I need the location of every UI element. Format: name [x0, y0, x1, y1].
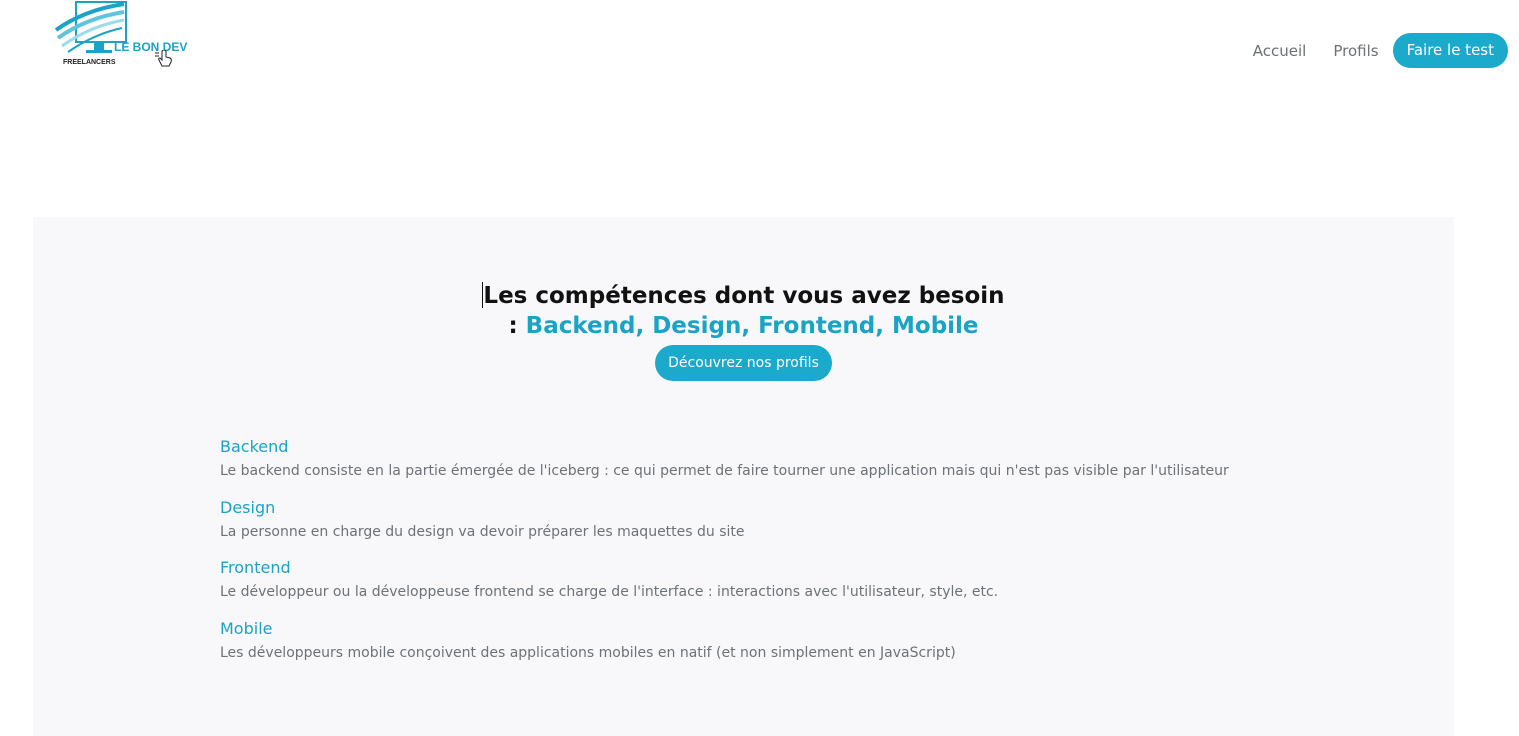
skill-description: La personne en charge du design va devoi…: [220, 523, 745, 540]
hero-title: Les compétences dont vous avez besoin : …: [33, 281, 1454, 341]
skill-description: Les développeurs mobile conçoivent des a…: [220, 644, 956, 661]
main-nav: Accueil Profils Faire le test: [1253, 33, 1508, 68]
skill-name: Design: [220, 497, 276, 517]
skill-item-mobile: Mobile Les développeurs mobile conçoiven…: [220, 619, 1370, 680]
skill-description: Le backend consiste en la partie émergée…: [220, 463, 1229, 479]
hero-cta-wrap: Découvrez nos profils: [33, 345, 1454, 381]
skill-description: Le développeur ou la développeuse fronte…: [220, 584, 999, 601]
skill-item-frontend: Frontend Le développeur ou la développeu…: [220, 558, 1370, 619]
skills-section: Les compétences dont vous avez besoin : …: [33, 217, 1454, 736]
skill-name: Backend: [220, 437, 289, 456]
hero-title-skills: Backend, Design, Frontend, Mobile: [525, 313, 979, 340]
skill-name: Frontend: [220, 558, 291, 578]
site-logo[interactable]: LE BON DEV FREELANCERS: [54, 0, 194, 72]
skill-name: Mobile: [220, 618, 273, 638]
nav-link-profiles[interactable]: Profils: [1333, 42, 1378, 60]
hero-title-prefix: :: [508, 313, 526, 340]
hero-title-line1: Les compétences dont vous avez besoin: [483, 283, 1005, 310]
take-test-button[interactable]: Faire le test: [1392, 33, 1508, 68]
skills-list: Backend Le backend consiste en la partie…: [220, 437, 1370, 679]
skill-item-backend: Backend Le backend consiste en la partie…: [220, 437, 1370, 498]
nav-link-home[interactable]: Accueil: [1253, 42, 1307, 60]
discover-profiles-button[interactable]: Découvrez nos profils: [655, 345, 832, 381]
skill-item-design: Design La personne en charge du design v…: [220, 498, 1370, 559]
hand-pointer-icon: [155, 50, 172, 67]
page: LE BON DEV FREELANCERS Accueil Profils F…: [0, 0, 1519, 736]
site-header: LE BON DEV FREELANCERS Accueil Profils F…: [0, 0, 1519, 100]
logo-sub-text: FREELANCERS: [63, 59, 116, 66]
logo-brand-text: LE BON DEV: [114, 40, 188, 54]
